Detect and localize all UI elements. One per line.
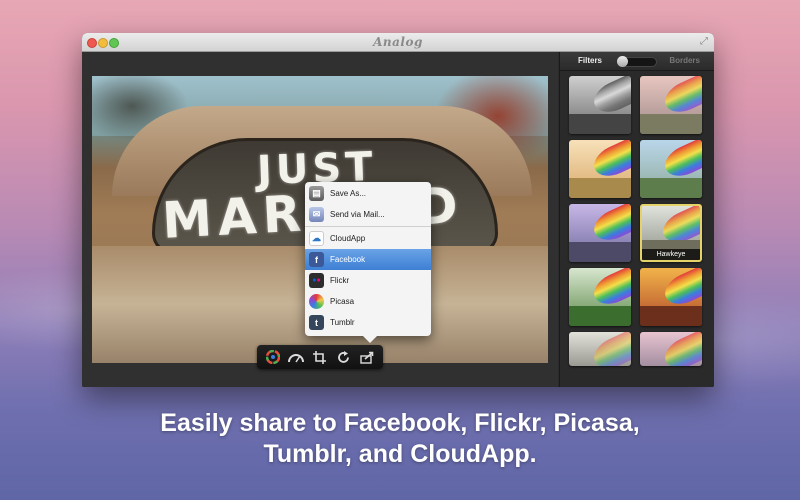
- filter-thumb-hawkeye[interactable]: Hawkeye: [640, 204, 702, 262]
- color-wheel-icon[interactable]: [264, 348, 282, 366]
- filter-thumb-faded[interactable]: [640, 76, 702, 134]
- marketing-caption: Easily share to Facebook, Flickr, Picasa…: [0, 408, 800, 470]
- menu-item-picasa[interactable]: Picasa: [305, 291, 431, 312]
- menu-item-label: Facebook: [330, 255, 366, 264]
- toggle-knob[interactable]: [617, 56, 628, 67]
- menu-item-tumblr[interactable]: t Tumblr: [305, 312, 431, 333]
- facebook-icon: f: [309, 252, 324, 267]
- filter-thumb-warm[interactable]: [569, 140, 631, 198]
- selected-filter-label: Hawkeye: [642, 249, 700, 260]
- menu-item-label: Send via Mail...: [330, 210, 385, 219]
- filter-thumb-light[interactable]: [569, 332, 631, 366]
- menu-separator: [305, 226, 431, 227]
- caption-line-1: Easily share to Facebook, Flickr, Picasa…: [160, 409, 640, 437]
- cloudapp-icon: ☁: [309, 231, 324, 246]
- menu-item-label: Flickr: [330, 276, 350, 285]
- rotate-icon[interactable]: [335, 348, 353, 366]
- panel-header: Filters Borders: [560, 52, 714, 71]
- filters-panel: Filters Borders Hawkeye: [559, 52, 714, 387]
- caption-line-2: Tumblr, and CloudApp.: [263, 440, 537, 468]
- menu-item-facebook[interactable]: f Facebook: [305, 249, 431, 270]
- share-icon[interactable]: [358, 348, 376, 366]
- filter-thumb-rose[interactable]: [640, 332, 702, 366]
- filter-thumb-purple[interactable]: [569, 204, 631, 262]
- menu-item-save-as[interactable]: ▤ Save As...: [305, 183, 431, 204]
- flickr-icon: ● ●: [309, 273, 324, 288]
- exposure-icon[interactable]: [287, 348, 305, 366]
- share-menu: ▤ Save As... ✉ Send via Mail... ☁ CloudA…: [305, 182, 431, 343]
- picasa-icon: [309, 294, 324, 309]
- filter-thumb-green[interactable]: [569, 268, 631, 326]
- title-bar: Analog ⤢: [82, 33, 714, 52]
- menu-item-flickr[interactable]: ● ● Flickr: [305, 270, 431, 291]
- menu-item-send-via-mail[interactable]: ✉ Send via Mail...: [305, 204, 431, 225]
- filters-borders-toggle[interactable]: [617, 56, 657, 67]
- menu-item-label: Save As...: [330, 189, 367, 198]
- menu-item-cloudapp[interactable]: ☁ CloudApp: [305, 228, 431, 249]
- fullscreen-icon[interactable]: ⤢: [700, 36, 708, 47]
- mail-icon: ✉: [309, 207, 324, 222]
- tab-filters[interactable]: Filters: [578, 56, 602, 65]
- filter-thumb-orange[interactable]: [640, 268, 702, 326]
- edit-toolbar: [257, 345, 383, 369]
- crop-icon[interactable]: [311, 348, 329, 366]
- tumblr-icon: t: [309, 315, 324, 330]
- tab-borders[interactable]: Borders: [669, 56, 700, 65]
- filter-thumb-cool[interactable]: [640, 140, 702, 198]
- filter-thumb-bw[interactable]: [569, 76, 631, 134]
- save-icon: ▤: [309, 186, 324, 201]
- menu-item-label: Picasa: [330, 297, 355, 306]
- menu-item-label: CloudApp: [330, 234, 366, 243]
- window-title: Analog: [373, 35, 423, 49]
- menu-item-label: Tumblr: [330, 318, 355, 327]
